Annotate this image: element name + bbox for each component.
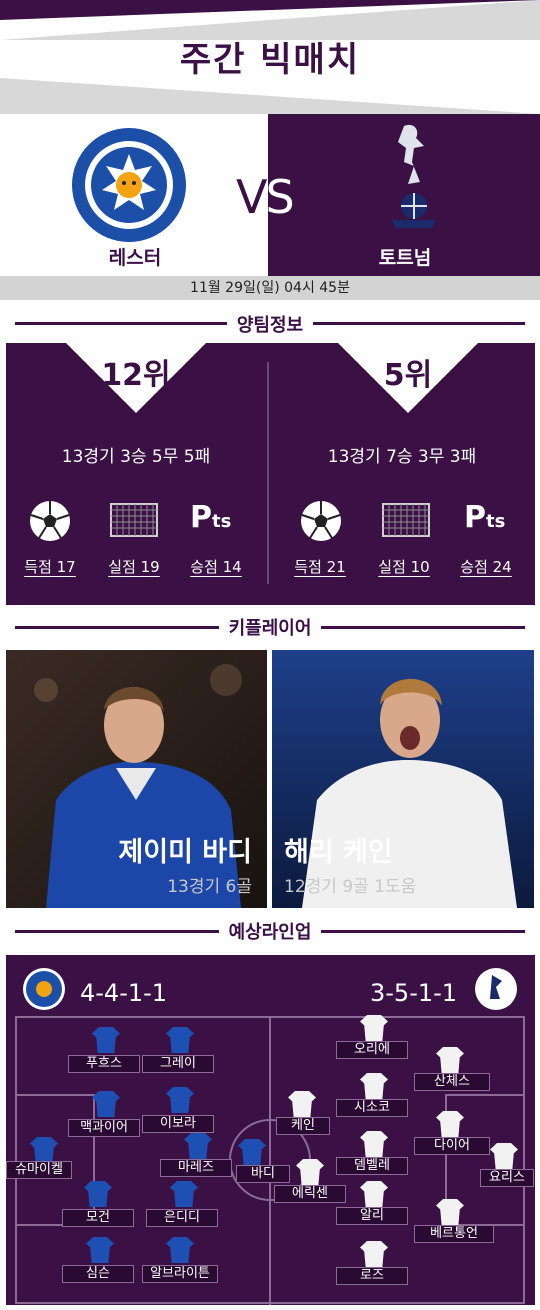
- player-label: 산체스: [414, 1073, 490, 1091]
- soccer-ball-icon: [301, 501, 341, 541]
- home-player-photo: [6, 650, 267, 908]
- home-rank: 12위: [101, 358, 171, 393]
- goal-net-icon: [110, 503, 158, 537]
- away-points: 승점 24: [460, 558, 512, 576]
- player-label: 베르통언: [414, 1225, 494, 1243]
- away-player-photo: [272, 650, 534, 908]
- home-goals: 득점 17: [24, 558, 76, 576]
- player-label: 맥과이어: [68, 1119, 140, 1137]
- leicester-crest-icon: [23, 968, 65, 1010]
- away-formation: 3-5-1-1: [370, 979, 458, 1007]
- player-label: 시소코: [336, 1099, 408, 1117]
- player-label: 요리스: [480, 1169, 534, 1187]
- section-title-key-players: 키플레이어: [0, 614, 540, 640]
- player-label: 슈마이켈: [6, 1161, 72, 1179]
- goal-net-icon: [382, 503, 430, 537]
- soccer-ball-icon: [30, 501, 70, 541]
- away-player-name: 해리 케인: [284, 837, 393, 868]
- player-label: 은디디: [146, 1209, 218, 1227]
- match-date: 11월 29일(일) 04시 45분: [0, 276, 540, 300]
- lineup-pitch: 4-4-1-1 3-5-1-1 푸흐스 그레이 맥과이어 이보라 슈마이켈 마레…: [6, 955, 535, 1305]
- kane-photo: [272, 650, 534, 908]
- points-icon: Pts: [190, 500, 232, 535]
- player-label: 바디: [236, 1165, 290, 1183]
- player-label: 알리: [336, 1207, 408, 1225]
- home-team-name: 레스터: [108, 247, 162, 269]
- vs-label: VS: [236, 170, 295, 224]
- tottenham-crest-icon: [392, 124, 436, 228]
- home-record: 13경기 3승 5무 5패: [61, 447, 211, 467]
- home-player-stats: 13경기 6골: [167, 877, 252, 897]
- player-label: 알브라이튼: [142, 1265, 218, 1283]
- player-label: 그레이: [142, 1055, 214, 1073]
- player-label: 에릭센: [274, 1185, 346, 1203]
- player-label: 뎀벨레: [336, 1157, 408, 1175]
- player-label: 로즈: [336, 1267, 408, 1285]
- home-conceded: 실점 19: [108, 558, 160, 576]
- vardy-photo: [6, 650, 267, 908]
- team-info-divider: [267, 362, 269, 584]
- player-label: 모건: [62, 1209, 134, 1227]
- away-team-name: 토트넘: [378, 247, 432, 269]
- home-formation: 4-4-1-1: [80, 979, 168, 1007]
- away-conceded: 실점 10: [378, 558, 430, 576]
- section-title-teams: 양팀정보: [0, 311, 540, 337]
- away-player-stats: 12경기 9골 1도움: [284, 877, 417, 897]
- player-label: 케인: [276, 1117, 330, 1135]
- player-label: 이보라: [142, 1115, 214, 1133]
- title-gray-stripe: [0, 78, 540, 114]
- player-label: 다이어: [414, 1137, 490, 1155]
- away-rank: 5위: [383, 358, 433, 393]
- player-label: 심슨: [62, 1265, 134, 1283]
- points-icon: Pts: [464, 500, 506, 535]
- player-label: 오리에: [336, 1041, 408, 1059]
- vs-text: VS: [236, 170, 295, 224]
- page-title: 주간 빅매치: [179, 40, 361, 80]
- section-title-lineup: 예상라인업: [0, 918, 540, 944]
- player-label: 푸흐스: [68, 1055, 140, 1073]
- away-record: 13경기 7승 3무 3패: [327, 447, 477, 467]
- away-goals: 득점 21: [294, 558, 346, 576]
- leicester-crest-icon: [72, 128, 186, 242]
- home-points: 승점 14: [190, 558, 242, 576]
- home-player-name: 제이미 바디: [118, 837, 252, 868]
- player-label: 마레즈: [160, 1159, 232, 1177]
- tottenham-crest-icon: [475, 968, 517, 1010]
